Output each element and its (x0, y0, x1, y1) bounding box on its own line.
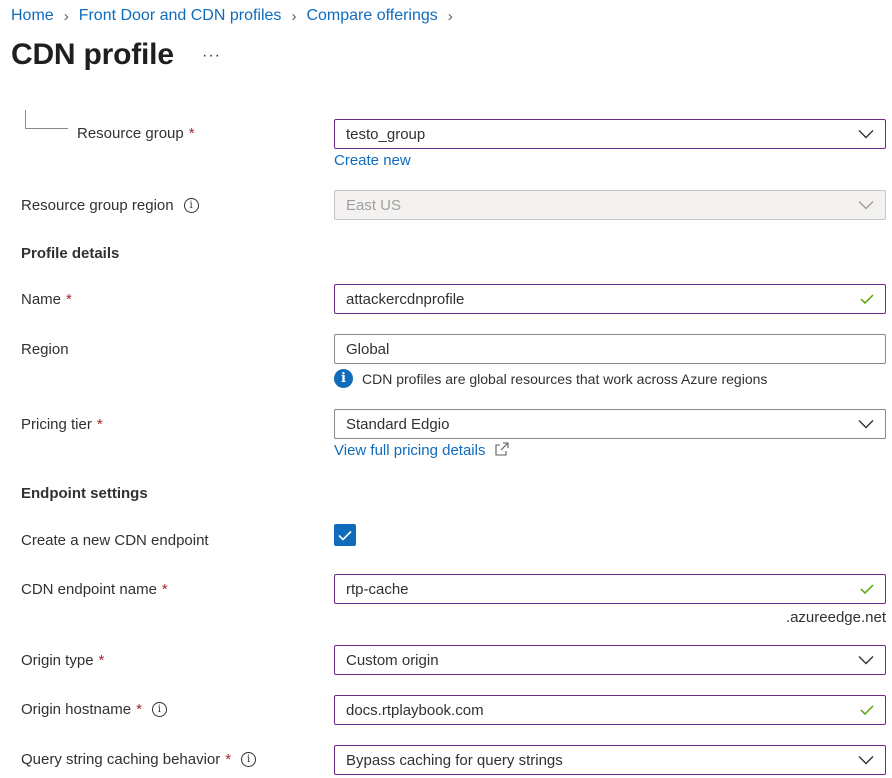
external-link-icon (495, 442, 509, 456)
endpoint-name-label-text: CDN endpoint name (21, 581, 157, 598)
profile-details-heading: Profile details (21, 245, 120, 262)
resource-group-region-value: East US (346, 196, 402, 214)
tree-connector (25, 110, 68, 129)
view-pricing-link[interactable]: View full pricing details (334, 442, 509, 459)
required-marker: * (66, 291, 72, 308)
create-new-link[interactable]: Create new (334, 152, 411, 169)
resource-group-dropdown[interactable]: testo_group (334, 119, 886, 149)
page-title: CDN profile (11, 38, 174, 71)
more-options-button[interactable]: ··· (202, 47, 221, 65)
chevron-down-icon (858, 420, 874, 429)
required-marker: * (96, 416, 103, 433)
origin-hostname-value: docs.rtplaybook.com (346, 701, 484, 719)
checkmark-icon (860, 705, 874, 715)
resource-group-label-text: Resource group (77, 125, 184, 142)
pricing-tier-value: Standard Edgio (346, 415, 450, 433)
region-input: Global (334, 334, 886, 364)
checkmark-icon (860, 294, 874, 304)
name-input[interactable]: attackercdnprofile (334, 284, 886, 314)
info-icon[interactable]: i (151, 702, 167, 717)
info-icon[interactable]: i (241, 752, 257, 767)
region-label: Region (21, 341, 69, 358)
endpoint-settings-heading: Endpoint settings (21, 485, 148, 502)
chevron-down-icon (858, 756, 874, 765)
region-info-note: i CDN profiles are global resources that… (334, 369, 767, 388)
resource-group-value: testo_group (346, 125, 426, 143)
region-note-text: CDN profiles are global resources that w… (362, 370, 768, 387)
breadcrumb-compare-offerings[interactable]: Compare offerings (306, 7, 437, 25)
required-marker: * (225, 751, 232, 768)
origin-type-label: Origin type * (21, 652, 104, 669)
chevron-right-icon: › (63, 7, 69, 25)
chevron-right-icon: › (291, 7, 297, 25)
required-marker: * (98, 652, 105, 669)
query-string-label-text: Query string caching behavior (21, 751, 221, 768)
pricing-tier-label-text: Pricing tier (21, 416, 92, 433)
origin-hostname-input[interactable]: docs.rtplaybook.com (334, 695, 886, 725)
view-pricing-link-text: View full pricing details (334, 442, 486, 459)
chevron-down-icon (858, 130, 874, 139)
name-label-text: Name (21, 291, 62, 308)
chevron-down-icon (858, 656, 874, 665)
pricing-tier-label: Pricing tier * (21, 416, 103, 433)
origin-type-label-text: Origin type (21, 652, 94, 669)
chevron-down-icon (858, 201, 874, 210)
resource-group-region-label-text: Resource group region (21, 197, 174, 214)
info-icon: i (334, 369, 353, 388)
query-string-dropdown[interactable]: Bypass caching for query strings (334, 745, 886, 775)
pricing-tier-dropdown[interactable]: Standard Edgio (334, 409, 886, 439)
chevron-right-icon: › (447, 7, 453, 25)
name-label: Name * (21, 291, 72, 308)
origin-type-dropdown[interactable]: Custom origin (334, 645, 886, 675)
breadcrumb-home[interactable]: Home (11, 7, 54, 25)
checkmark-icon (860, 584, 874, 594)
required-marker: * (161, 581, 168, 598)
checkmark-icon (338, 530, 352, 541)
region-value: Global (346, 340, 390, 358)
create-endpoint-checkbox[interactable] (334, 524, 356, 546)
endpoint-name-input[interactable]: rtp-cache (334, 574, 886, 604)
query-string-value: Bypass caching for query strings (346, 751, 563, 769)
name-value: attackercdnprofile (346, 290, 465, 308)
origin-type-value: Custom origin (346, 651, 439, 669)
endpoint-name-value: rtp-cache (346, 580, 409, 598)
endpoint-domain-suffix: .azureedge.net (785, 609, 886, 626)
breadcrumb: Home › Front Door and CDN profiles › Com… (11, 7, 463, 25)
info-icon[interactable]: i (183, 198, 199, 213)
resource-group-region-dropdown: East US (334, 190, 886, 220)
breadcrumb-front-door[interactable]: Front Door and CDN profiles (79, 7, 282, 25)
required-marker: * (136, 701, 142, 718)
query-string-label: Query string caching behavior * i (21, 751, 257, 768)
create-endpoint-label: Create a new CDN endpoint (21, 532, 209, 549)
endpoint-name-label: CDN endpoint name * (21, 581, 168, 598)
origin-hostname-label: Origin hostname * i (21, 701, 167, 718)
resource-group-region-label: Resource group region i (21, 197, 199, 214)
origin-hostname-label-text: Origin hostname (21, 701, 132, 718)
resource-group-label: Resource group * (77, 125, 195, 142)
required-marker: * (188, 125, 195, 142)
